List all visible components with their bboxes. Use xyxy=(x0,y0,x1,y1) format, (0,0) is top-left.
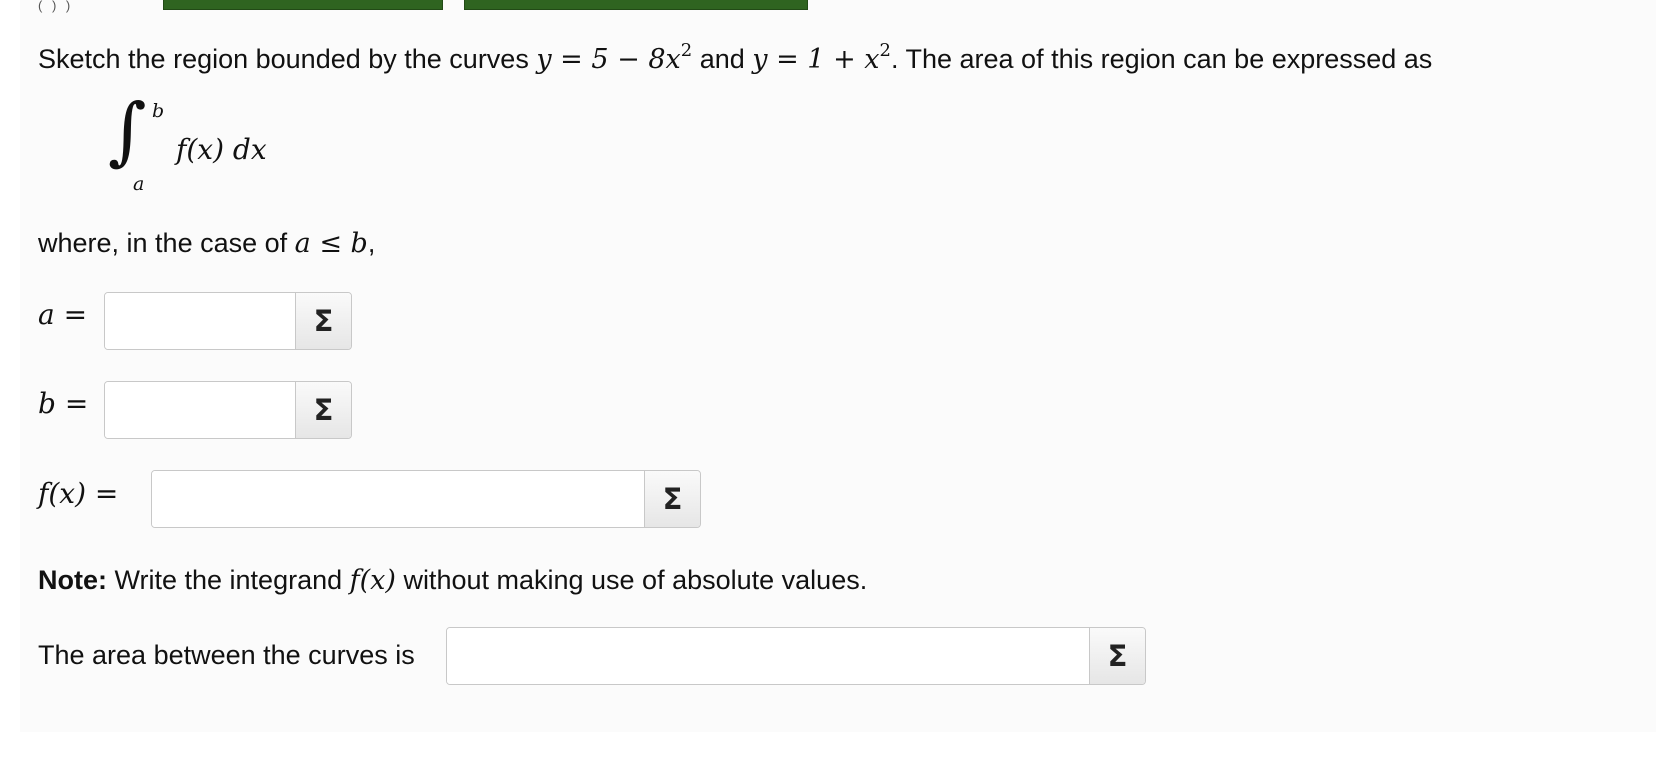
label-fx: f(x) = xyxy=(38,477,119,510)
sigma-icon: Σ xyxy=(662,481,683,516)
answer-area-input[interactable] xyxy=(447,628,1089,684)
note-text: Note: Write the integrand f(x) without m… xyxy=(38,565,867,596)
condition-tail: , xyxy=(367,228,376,258)
curve-2-exponent: 2 xyxy=(879,40,891,61)
clipped-header-text: ( ) ) xyxy=(38,0,74,13)
integral-upper-limit: b xyxy=(152,100,165,122)
question-tail: . The area of this region can be express… xyxy=(890,44,1433,74)
curve-1-exponent: 2 xyxy=(680,40,693,61)
answer-a-input[interactable] xyxy=(105,293,295,349)
condition-lead: where, in the case of xyxy=(38,228,295,258)
sigma-icon: Σ xyxy=(1107,638,1128,673)
sigma-button-b[interactable]: Σ xyxy=(295,382,351,438)
answer-b-input[interactable] xyxy=(105,382,295,438)
note-tail: without making use of absolute values. xyxy=(395,565,868,595)
curve-1: y = 5 − 8x xyxy=(536,44,681,75)
question-text: Sketch the region bounded by the curves … xyxy=(38,40,1432,75)
integral-lower-limit: a xyxy=(133,173,145,195)
note-expr: f(x) xyxy=(349,565,396,596)
top-button-right[interactable] xyxy=(464,0,808,10)
integrand: f(x) dx xyxy=(176,133,267,166)
label-area: The area between the curves is xyxy=(38,640,415,670)
sigma-icon: Σ xyxy=(313,303,334,338)
sigma-button-fx[interactable]: Σ xyxy=(644,471,700,527)
answer-fx-field: Σ xyxy=(151,470,701,528)
sigma-icon: Σ xyxy=(313,392,334,427)
note-label: Note: xyxy=(38,565,107,595)
top-button-left[interactable] xyxy=(163,0,443,10)
sigma-button-a[interactable]: Σ xyxy=(295,293,351,349)
question-connector: and xyxy=(692,44,753,74)
label-a: a = xyxy=(38,298,88,331)
condition-text: where, in the case of a ≤ b, xyxy=(38,228,375,259)
answer-fx-input[interactable] xyxy=(152,471,644,527)
answer-area-field: Σ xyxy=(446,627,1146,685)
curve-2: y = 1 + x xyxy=(752,44,880,75)
label-b: b = xyxy=(38,387,89,420)
sigma-button-area[interactable]: Σ xyxy=(1089,628,1145,684)
integral-sign: ∫ xyxy=(108,88,147,174)
answer-a-field: Σ xyxy=(104,292,352,350)
question-lead: Sketch the region bounded by the curves xyxy=(38,44,537,74)
answer-b-field: Σ xyxy=(104,381,352,439)
condition-expr: a ≤ b xyxy=(294,228,368,259)
question-panel xyxy=(20,0,1656,732)
note-lead: Write the integrand xyxy=(107,565,350,595)
